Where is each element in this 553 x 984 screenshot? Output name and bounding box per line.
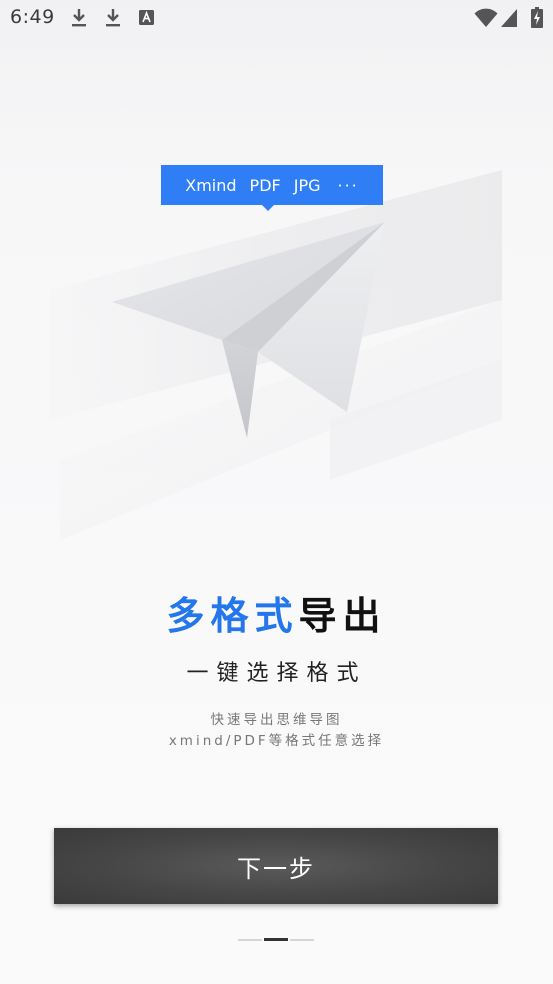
description-line-1: 快速导出思维导图: [210, 712, 343, 728]
page-dot-1: [238, 939, 262, 941]
format-label-xmind: Xmind: [185, 175, 237, 195]
page-dot-2-active: [264, 938, 288, 941]
format-label-jpg: JPG: [293, 175, 321, 195]
page-subtitle: 一键选择格式: [186, 661, 367, 686]
page-title: 多格式导出: [0, 585, 553, 640]
title-accent: 多格式: [166, 594, 299, 638]
format-tooltip: Xmind PDF JPG ···: [161, 165, 383, 211]
feature-description: 快速导出思维导图 xmind/PDF等格式任意选择: [0, 710, 553, 752]
page-indicator: [238, 938, 314, 942]
description-line-2: xmind/PDF等格式任意选择: [168, 733, 385, 749]
next-step-button[interactable]: 下一步: [54, 828, 498, 904]
paper-plane-illustration: [50, 170, 502, 540]
format-label-pdf: PDF: [249, 175, 281, 195]
page-dot-3: [290, 939, 314, 941]
title-plain: 导出: [298, 594, 387, 638]
more-formats-ellipsis: ···: [337, 175, 359, 195]
